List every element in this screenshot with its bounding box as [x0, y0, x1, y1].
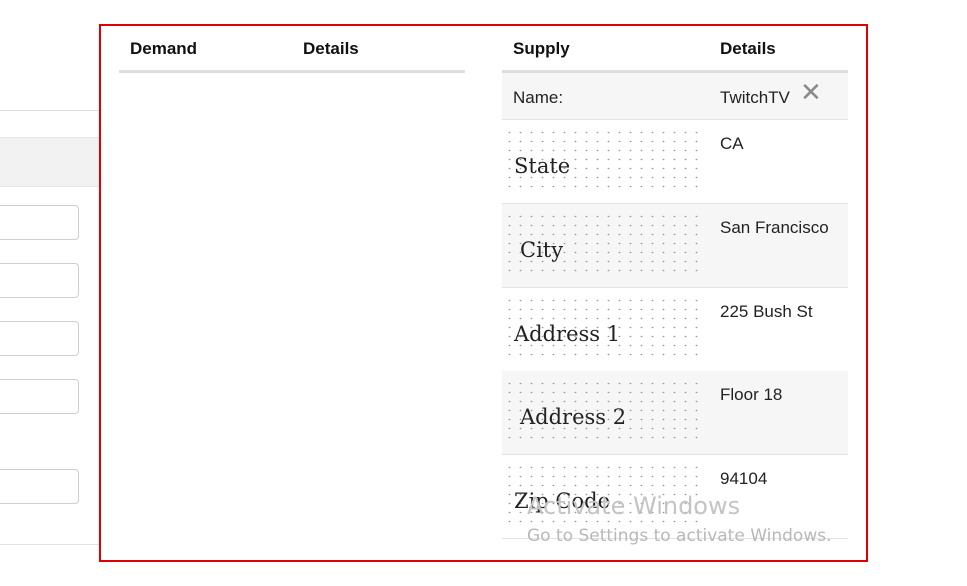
demand-column-header: Demand [130, 39, 198, 58]
close-icon[interactable]: ✕ [800, 79, 822, 105]
state-value: CA [720, 134, 744, 153]
address2-value: Floor 18 [720, 385, 783, 404]
form-input[interactable] [0, 321, 79, 356]
demand-details-column-header: Details [303, 39, 359, 58]
table-row: State CA [502, 120, 848, 204]
supply-details-column-header: Details [720, 39, 776, 58]
city-label-image: City [504, 212, 700, 276]
address2-label-image: Address 2 [504, 379, 700, 443]
zip-value: 94104 [720, 469, 768, 488]
activate-windows-title: Activate Windows [527, 492, 741, 520]
supply-column-header: Supply [513, 39, 570, 58]
state-label-image: State [504, 128, 700, 192]
form-input[interactable] [0, 205, 79, 240]
demand-header-rule [119, 70, 465, 73]
address1-label-image: Address 1 [504, 296, 700, 360]
form-input[interactable] [0, 263, 79, 298]
address1-value: 225 Bush St [720, 302, 813, 321]
divider [0, 544, 99, 545]
table-row: Address 1 225 Bush St [502, 288, 848, 372]
section-band [0, 137, 99, 187]
left-form-panel [0, 0, 99, 586]
name-value: TwitchTV [720, 88, 790, 107]
divider [0, 110, 99, 111]
form-input[interactable] [0, 469, 79, 504]
name-label: Name: [513, 88, 564, 107]
form-input[interactable] [0, 379, 79, 414]
activate-windows-subtitle: Go to Settings to activate Windows. [527, 526, 832, 546]
table-row: Address 2 Floor 18 [502, 371, 848, 455]
table-row: City San Francisco [502, 204, 848, 288]
city-value: San Francisco [720, 218, 829, 237]
demand-supply-panel: Demand Details Supply Details Name: Twit… [99, 24, 868, 562]
supply-name-row: Name: TwitchTV ✕ [502, 73, 848, 120]
